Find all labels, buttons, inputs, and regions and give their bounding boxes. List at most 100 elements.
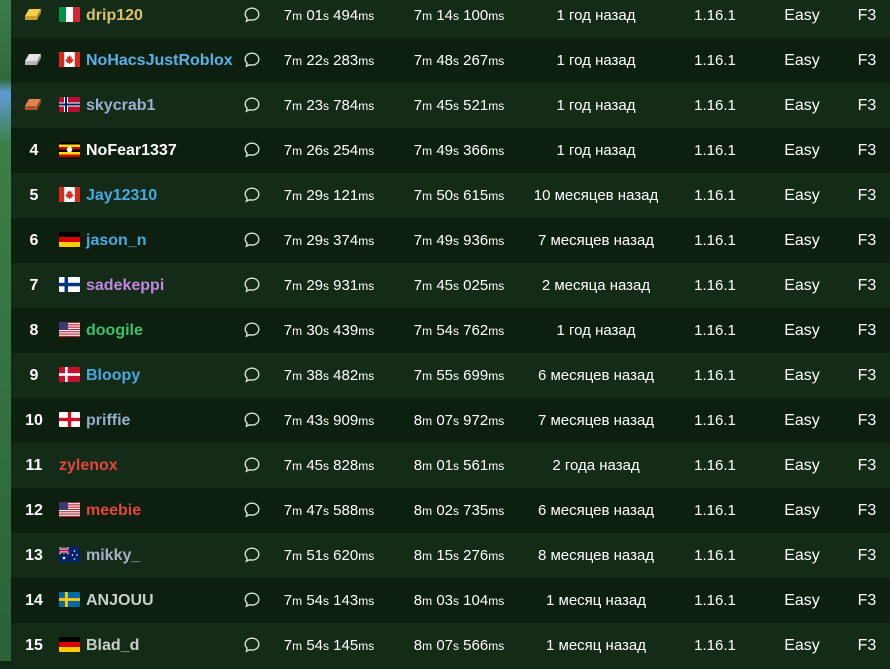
rank-number: 12 xyxy=(25,502,43,519)
time-number: 931 xyxy=(333,277,359,294)
time-unit: s xyxy=(323,279,329,293)
submission-date: 6 месяцев назад xyxy=(537,367,655,384)
difficulty: Easy xyxy=(784,502,820,519)
time-unit: ms xyxy=(488,189,505,203)
time-unit: m xyxy=(422,459,433,473)
comment-icon[interactable] xyxy=(243,366,261,384)
comment-icon[interactable] xyxy=(243,546,261,564)
player-name-link[interactable]: drip120 xyxy=(86,0,246,38)
leaderboard-row[interactable]: skycrab1 7m 23s 784ms 7m 45s 521ms 1 год… xyxy=(11,83,890,128)
comment-icon[interactable] xyxy=(243,51,261,69)
time-number: 588 xyxy=(333,502,359,519)
category: F3 xyxy=(857,232,877,249)
leaderboard-row[interactable]: 7 sadekeppi 7m 29s 931ms 7m 45s 025ms 2 … xyxy=(11,263,890,308)
time-number: 8 xyxy=(413,502,423,519)
time-number: 45 xyxy=(306,457,323,474)
leaderboard-row[interactable]: 13 mikky_ 7m 51s 620ms 8m 15s 276ms 8 ме… xyxy=(11,533,890,578)
leaderboard-row[interactable]: drip120 7m 01s 494ms 7m 14s 100ms 1 год … xyxy=(11,0,890,38)
country-flag-icon xyxy=(59,547,80,562)
player-name-link[interactable]: NoFear1337 xyxy=(86,128,246,173)
player-name-link[interactable]: mikky_ xyxy=(86,533,246,578)
country-flag-icon xyxy=(59,367,80,382)
time-unit: m xyxy=(292,144,303,158)
leaderboard-row[interactable]: 11 zylenox 7m 45s 828ms 8m 01s 561ms 2 г… xyxy=(11,443,890,488)
comment-icon[interactable] xyxy=(243,186,261,204)
time-number: 145 xyxy=(333,637,359,654)
comment-icon[interactable] xyxy=(243,141,261,159)
player-name-link[interactable]: jason_n xyxy=(86,218,246,263)
comment-icon[interactable] xyxy=(243,501,261,519)
real-time-value: 7m 54s 143ms xyxy=(269,578,389,623)
submission-date: 1 месяц назад xyxy=(546,637,646,654)
leaderboard-row[interactable]: 10 priffie 7m 43s 909ms 8m 07s 972ms 7 м… xyxy=(11,398,890,443)
country-flag-icon xyxy=(59,637,80,652)
leaderboard-row[interactable]: 5 Jay12310 7m 29s 121ms 7m 50s 615ms 10 … xyxy=(11,173,890,218)
in-game-time-value: 7m 50s 615ms xyxy=(395,173,523,218)
difficulty: Easy xyxy=(784,367,820,384)
leaderboard-row[interactable]: 15 Blad_d 7m 54s 145ms 8m 07s 566ms 1 ме… xyxy=(11,623,890,668)
time-unit: s xyxy=(323,414,329,428)
time-number: 29 xyxy=(306,277,323,294)
player-name-link[interactable]: zylenox xyxy=(59,443,219,488)
rank-number: 7 xyxy=(29,277,39,294)
leaderboard-row[interactable]: 6 jason_n 7m 29s 374ms 7m 49s 936ms 7 ме… xyxy=(11,218,890,263)
gold-medal-icon xyxy=(11,0,57,38)
leaderboard-row[interactable]: 8 doogile 7m 30s 439ms 7m 54s 762ms 1 го… xyxy=(11,308,890,353)
player-name-link[interactable]: NoHacsJustRoblox xyxy=(86,38,246,83)
comment-icon[interactable] xyxy=(243,96,261,114)
time-unit: ms xyxy=(358,144,375,158)
player-name-link[interactable]: meebie xyxy=(86,488,246,533)
time-number: 22 xyxy=(306,52,323,69)
player-name-link[interactable]: doogile xyxy=(86,308,246,353)
time-unit: m xyxy=(292,9,303,23)
time-unit: m xyxy=(292,324,303,338)
in-game-time-value: 8m 07s 972ms xyxy=(395,398,523,443)
category: F3 xyxy=(857,592,877,609)
comment-icon[interactable] xyxy=(243,411,261,429)
leaderboard-row[interactable]: 4 NoFear1337 7m 26s 254ms 7m 49s 366ms 1… xyxy=(11,128,890,173)
difficulty: Easy xyxy=(784,142,820,159)
time-number: 784 xyxy=(333,97,359,114)
difficulty: Easy xyxy=(784,547,820,564)
game-version: 1.16.1 xyxy=(694,187,736,204)
player-name-link[interactable]: Bloopy xyxy=(86,353,246,398)
time-number: 7 xyxy=(413,232,423,249)
time-unit: m xyxy=(292,414,303,428)
leaderboard-row[interactable]: 12 meebie 7m 47s 588ms 8m 02s 735ms 6 ме… xyxy=(11,488,890,533)
time-unit: ms xyxy=(358,279,375,293)
real-time-value: 7m 30s 439ms xyxy=(269,308,389,353)
time-unit: s xyxy=(453,369,459,383)
player-name-link[interactable]: skycrab1 xyxy=(86,83,246,128)
in-game-time-value: 7m 49s 936ms xyxy=(395,218,523,263)
leaderboard-row[interactable]: 14 ANJOUU 7m 54s 143ms 8m 03s 104ms 1 ме… xyxy=(11,578,890,623)
comment-icon[interactable] xyxy=(243,456,261,474)
time-number: 02 xyxy=(436,502,453,519)
time-unit: ms xyxy=(358,9,375,23)
player-name-link[interactable]: priffie xyxy=(86,398,246,443)
comment-icon[interactable] xyxy=(243,231,261,249)
time-number: 267 xyxy=(463,52,489,69)
time-number: 7 xyxy=(413,7,423,24)
leaderboard-row[interactable]: 9 Bloopy 7m 38s 482ms 7m 55s 699ms 6 мес… xyxy=(11,353,890,398)
time-number: 48 xyxy=(436,52,453,69)
comment-icon[interactable] xyxy=(243,636,261,654)
time-number: 494 xyxy=(333,7,359,24)
comment-icon[interactable] xyxy=(243,6,261,24)
time-number: 972 xyxy=(463,412,489,429)
country-flag-icon xyxy=(59,412,80,427)
leaderboard-table: drip120 7m 01s 494ms 7m 14s 100ms 1 год … xyxy=(11,0,890,668)
time-unit: s xyxy=(453,549,459,563)
comment-icon[interactable] xyxy=(243,591,261,609)
player-name-link[interactable]: Blad_d xyxy=(86,623,246,668)
time-number: 49 xyxy=(436,142,453,159)
time-unit: ms xyxy=(358,594,375,608)
time-number: 828 xyxy=(333,457,359,474)
comment-icon[interactable] xyxy=(243,276,261,294)
leaderboard-row[interactable]: NoHacsJustRoblox 7m 22s 283ms 7m 48s 267… xyxy=(11,38,890,83)
player-name-link[interactable]: ANJOUU xyxy=(86,578,246,623)
player-name-link[interactable]: Jay12310 xyxy=(86,173,246,218)
player-name-link[interactable]: sadekeppi xyxy=(86,263,246,308)
time-number: 8 xyxy=(413,592,423,609)
time-number: 936 xyxy=(463,232,489,249)
comment-icon[interactable] xyxy=(243,321,261,339)
